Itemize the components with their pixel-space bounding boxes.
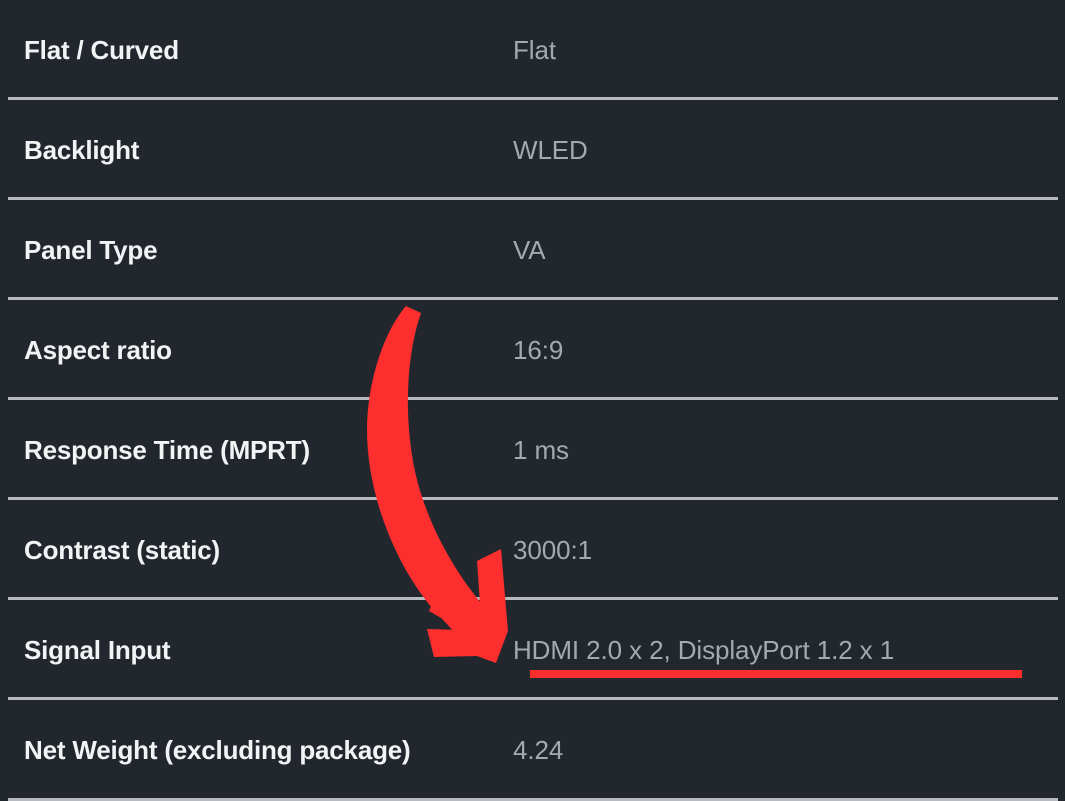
table-row: Backlight WLED (0, 100, 1065, 200)
spec-value: WLED (513, 134, 588, 165)
table-row-signal-input: Signal Input HDMI 2.0 x 2, DisplayPort 1… (0, 600, 1065, 700)
spec-label: Flat / Curved (24, 34, 179, 65)
spec-label: Aspect ratio (24, 334, 172, 365)
table-row: Contrast (static) 3000:1 (0, 500, 1065, 600)
spec-value-highlighted: HDMI 2.0 x 2, DisplayPort 1.2 x 1 (513, 634, 895, 665)
table-row: Response Time (MPRT) 1 ms (0, 400, 1065, 500)
spec-label: Panel Type (24, 234, 158, 265)
spec-value: VA (513, 234, 546, 265)
spec-value: 16:9 (513, 334, 564, 365)
table-row: Panel Type VA (0, 200, 1065, 300)
table-row: Net Weight (excluding package) 4.24 (0, 700, 1065, 801)
table-row: Aspect ratio 16:9 (0, 300, 1065, 400)
spec-label: Backlight (24, 134, 140, 165)
spec-label: Signal Input (24, 634, 171, 665)
spec-label: Response Time (MPRT) (24, 434, 310, 465)
spec-value: 1 ms (513, 434, 569, 465)
table-row: Flat / Curved Flat (0, 0, 1065, 100)
spec-value: Flat (513, 34, 556, 65)
spec-label: Contrast (static) (24, 534, 220, 565)
spec-table: Flat / Curved Flat Backlight WLED Panel … (0, 0, 1065, 801)
specification-sheet: Flat / Curved Flat Backlight WLED Panel … (0, 0, 1065, 801)
spec-value: 4.24 (513, 734, 564, 765)
spec-value: 3000:1 (513, 534, 592, 565)
spec-label: Net Weight (excluding package) (24, 734, 411, 765)
